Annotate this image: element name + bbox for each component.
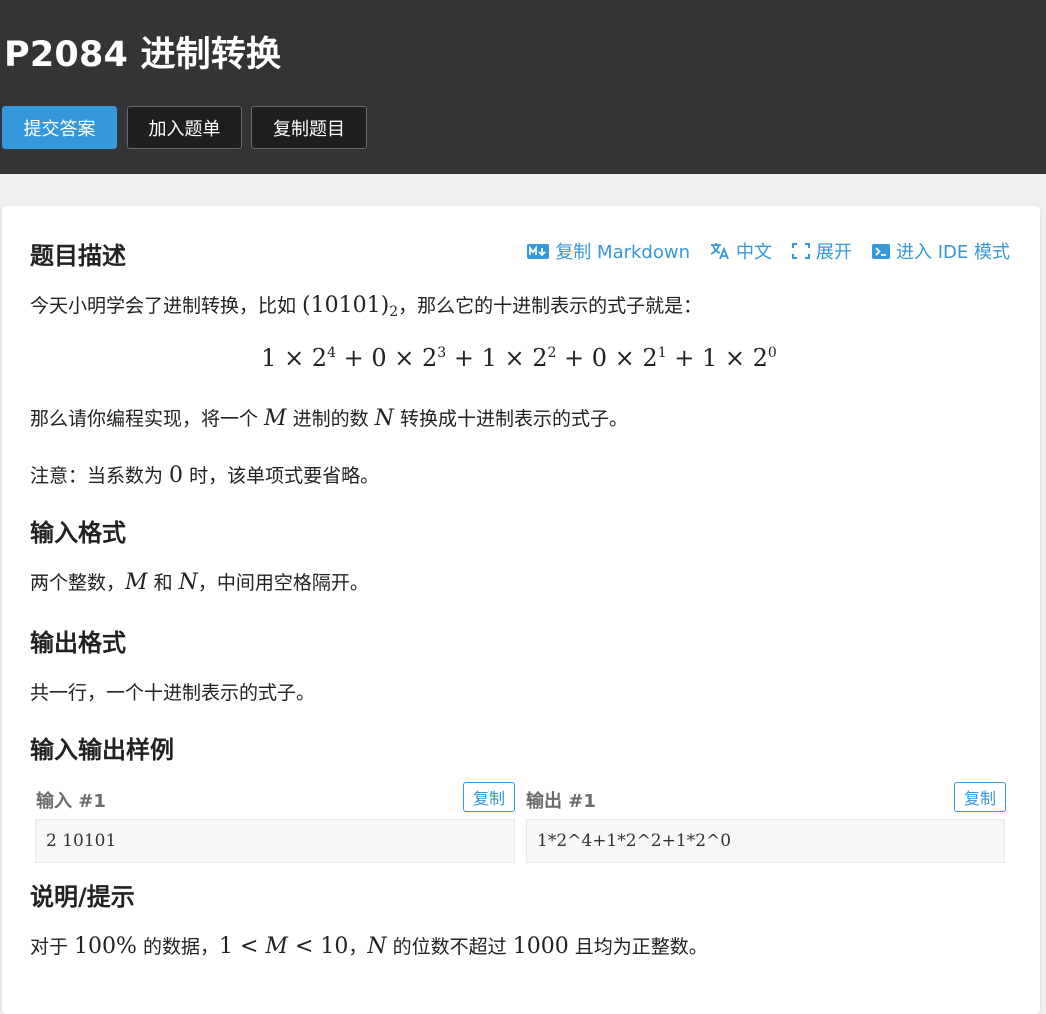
submit-answer-button[interactable]: 提交答案	[2, 106, 117, 149]
formula-exponent: 2	[547, 345, 557, 361]
input-format-heading: 输入格式	[30, 519, 126, 547]
intro-base: 2	[389, 304, 399, 320]
task-text-b: 进制的数	[286, 408, 375, 430]
task-statement: 那么请你编程实现，将一个 M 进制的数 N 转换成十进制表示的式子。	[30, 404, 628, 431]
page-title: P2084 进制转换	[4, 35, 282, 75]
translate-icon	[710, 243, 729, 260]
hint-var-n: N	[367, 934, 387, 959]
description-intro: 今天小明学会了进制转换，比如 (10101)2，那么它的十进制表示的式子就是：	[30, 291, 703, 320]
note-statement: 注意：当系数为 0 时，该单项式要省略。	[30, 461, 379, 488]
task-var-n: N	[374, 406, 394, 431]
hint-text-a: 对于	[30, 936, 75, 958]
hint-text: 对于 100% 的数据，1 < M < 10，N 的位数不超过 1000 且均为…	[30, 932, 708, 959]
constraint-variable: M	[265, 934, 288, 959]
hint-text-d: 的位数不超过	[386, 936, 513, 958]
samples-heading: 输入输出样例	[30, 736, 174, 764]
input-text-b: 和	[147, 572, 179, 594]
hint-text-b: 的数据，	[136, 936, 219, 958]
output-format-text: 共一行，一个十进制表示的式子。	[30, 682, 316, 704]
hint-limit: 1000	[512, 934, 569, 959]
input-format-text: 两个整数，M 和 N，中间用空格隔开。	[30, 568, 369, 595]
ide-mode-link[interactable]: 进入 IDE 模式	[872, 238, 1010, 264]
language-label: 中文	[736, 242, 772, 263]
sample-output-label: 输出 #1	[526, 791, 596, 812]
input-var-m: M	[125, 570, 148, 595]
expand-label: 展开	[816, 242, 852, 263]
note-text-b: 时，该单项式要省略。	[183, 465, 380, 487]
hint-constraint: 1 < M < 10	[219, 934, 349, 959]
language-toggle[interactable]: 中文	[710, 238, 772, 264]
formula-exponent: 1	[657, 345, 667, 361]
add-to-list-button[interactable]: 加入题单	[127, 106, 242, 149]
problem-card	[2, 206, 1040, 1014]
task-text-c: 转换成十进制表示的式子。	[393, 408, 628, 430]
input-text-a: 两个整数，	[30, 572, 126, 594]
problem-toolbar: 复制 Markdown 中文 展开 进入 IDE 模式	[527, 238, 1010, 264]
note-text-a: 注意：当系数为	[30, 465, 170, 487]
intro-text-after: ，那么它的十进制表示的式子就是：	[398, 295, 703, 317]
problem-header: P2084 进制转换 提交答案 加入题单 复制题目	[0, 0, 1046, 174]
hint-text-c: ，	[348, 936, 368, 958]
sample-input-label: 输入 #1	[36, 791, 106, 812]
expansion-formula: 1 × 24 + 0 × 23 + 1 × 22 + 0 × 21 + 1 × …	[261, 344, 777, 372]
hint-text-e: 且均为正整数。	[568, 936, 708, 958]
intro-number: (10101)	[302, 293, 390, 318]
task-text-a: 那么请你编程实现，将一个	[30, 408, 265, 430]
formula-exponent: 4	[327, 345, 336, 361]
copy-problem-button[interactable]: 复制题目	[251, 106, 367, 149]
ide-mode-label: 进入 IDE 模式	[896, 242, 1010, 263]
sample-input-box[interactable]: 2 10101	[35, 819, 515, 863]
expand-link[interactable]: 展开	[792, 238, 852, 264]
hint-heading: 说明/提示	[30, 883, 135, 911]
copy-markdown-link[interactable]: 复制 Markdown	[527, 238, 690, 264]
input-var-n: N	[178, 570, 198, 595]
formula-exponent: 0	[767, 345, 777, 361]
hint-percent: 100%	[74, 934, 137, 959]
task-var-m: M	[264, 406, 287, 431]
intro-binary-number: (10101)2	[302, 293, 399, 320]
sample-output-box[interactable]: 1*2^4+1*2^2+1*2^0	[526, 819, 1005, 863]
note-zero: 0	[169, 463, 184, 488]
intro-text-before: 今天小明学会了进制转换，比如	[30, 295, 303, 317]
input-text-c: ，中间用空格隔开。	[197, 572, 369, 594]
output-format-heading: 输出格式	[30, 629, 126, 657]
expand-icon	[792, 243, 810, 259]
description-heading: 题目描述	[30, 242, 126, 270]
terminal-icon	[872, 243, 890, 259]
copy-input-button[interactable]: 复制	[463, 782, 515, 812]
copy-output-button[interactable]: 复制	[954, 782, 1006, 812]
formula-exponent: 3	[437, 345, 447, 361]
markdown-icon	[527, 243, 550, 259]
copy-markdown-label: 复制 Markdown	[555, 242, 690, 263]
